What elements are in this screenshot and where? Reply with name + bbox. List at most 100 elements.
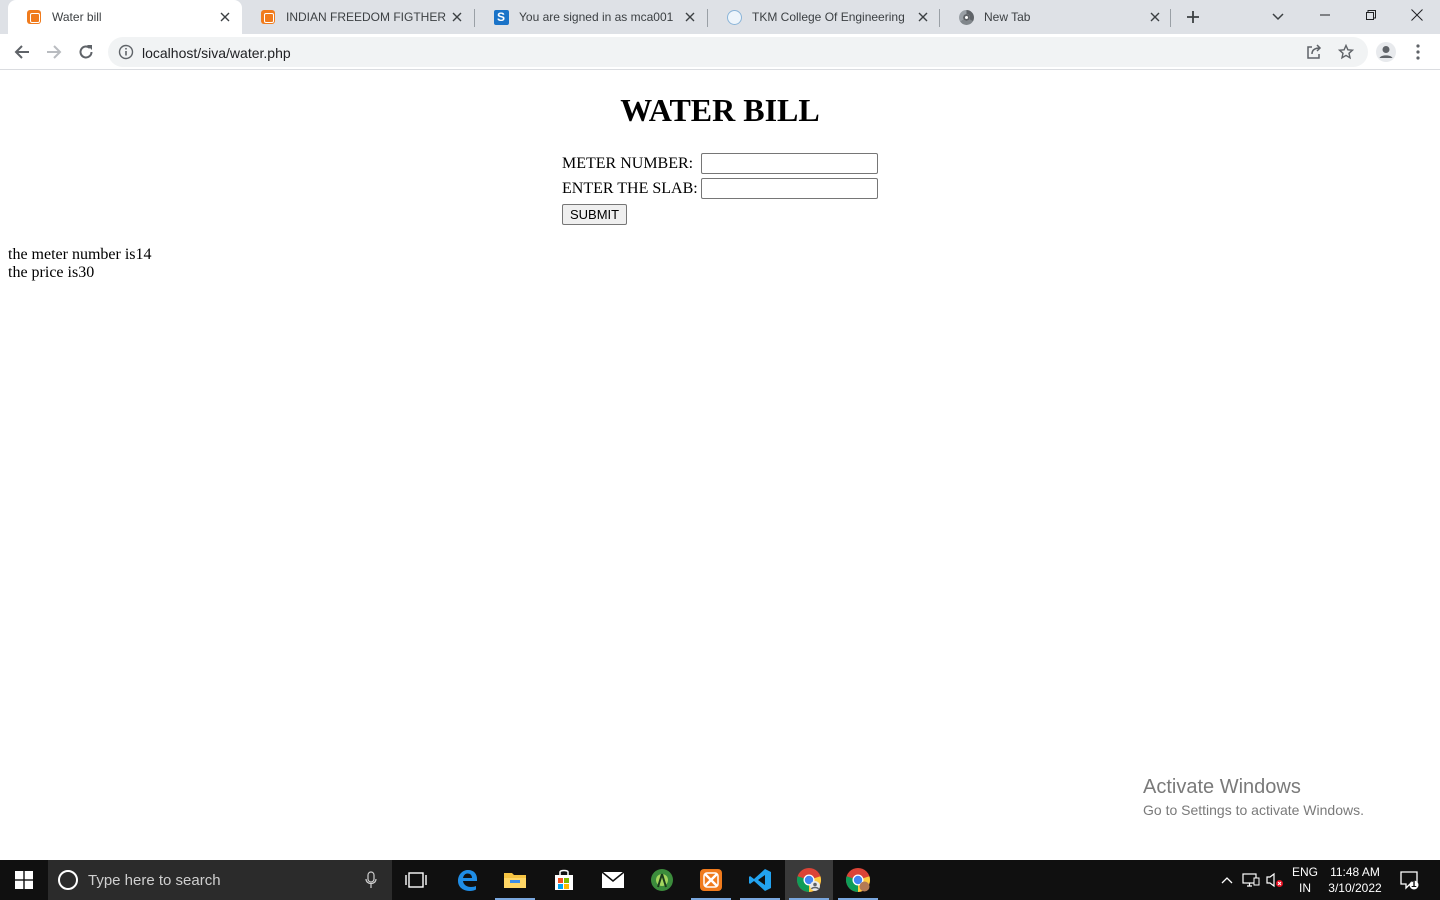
activation-watermark-title: Activate Windows [1143,776,1301,798]
url-text[interactable]: localhost/siva/water.php [142,45,291,61]
more-vertical-icon [1416,44,1420,60]
submit-button[interactable]: SUBMIT [562,204,628,225]
close-icon[interactable] [683,10,697,24]
college-logo-icon [726,9,742,25]
network-icon [1242,873,1260,887]
close-icon[interactable] [1148,10,1162,24]
arrow-left-icon [14,45,29,59]
close-icon[interactable] [916,10,930,24]
close-icon [1411,9,1423,21]
tab-search-button[interactable] [1265,4,1291,30]
tab-title: New Tab [984,10,1031,24]
vscode-icon [749,869,771,891]
chevron-up-icon [1221,877,1233,884]
edge-app[interactable] [443,860,491,900]
page-content: WATER BILL METER NUMBER: ENTER THE SLAB:… [0,71,1440,860]
tab-tkm-college[interactable]: TKM College Of Engineering [708,0,940,34]
taskbar-search-box[interactable]: Type here to search [48,860,392,900]
slab-input[interactable] [701,178,878,199]
volume-muted-icon [1266,872,1283,888]
action-center-button[interactable]: 1 [1392,860,1426,900]
store-bag-icon [555,869,573,890]
bookmark-star-icon[interactable] [1337,43,1355,61]
meter-number-row: METER NUMBER: [562,153,878,174]
close-icon[interactable] [450,10,464,24]
tab-signed-in[interactable]: S You are signed in as mca001 [475,0,707,34]
microsoft-store-app[interactable] [540,860,588,900]
tab-strip: Water bill INDIAN FREEDOM FIGTHER S You … [0,0,1440,34]
restore-button[interactable] [1348,0,1394,30]
slab-row: ENTER THE SLAB: [562,178,878,199]
language-code: ENG [1291,865,1318,879]
taskbar: Type here to search ENG IN 11:48 AM 3/10… [0,860,1440,900]
mail-app[interactable] [589,860,637,900]
tab-title: You are signed in as mca001 [519,10,674,24]
reload-button[interactable] [71,37,101,67]
restore-icon [1366,10,1376,20]
network-button[interactable] [1240,860,1262,900]
minimize-icon [1320,14,1330,16]
xampp-icon [260,9,276,25]
share-icon[interactable] [1305,43,1323,61]
android-studio-app[interactable] [638,860,686,900]
xampp-icon [700,869,722,891]
tab-water-bill[interactable]: Water bill [8,0,242,34]
clock-time: 11:48 AM [1330,865,1380,879]
vscode-app[interactable] [736,860,784,900]
chrome-app[interactable] [785,860,833,900]
windows-logo-icon [15,871,33,889]
xampp-app[interactable] [687,860,735,900]
plus-icon [1187,11,1199,23]
reload-icon [79,45,93,59]
notification-count: 1 [1411,879,1417,890]
tab-separator [1170,9,1171,27]
info-icon[interactable] [118,44,134,60]
address-bar[interactable]: localhost/siva/water.php [108,37,1368,67]
microphone-icon[interactable] [364,871,378,889]
page-title: WATER BILL [620,92,820,128]
profile-button[interactable] [1371,37,1401,67]
search-icon [58,870,78,890]
mail-envelope-icon [601,871,625,888]
tab-title: TKM College Of Engineering [752,10,905,24]
android-studio-icon [651,869,673,891]
minimize-button[interactable] [1302,0,1348,30]
tab-indian-freedom-figther[interactable]: INDIAN FREEDOM FIGTHER [242,0,474,34]
slab-label: ENTER THE SLAB: [562,180,698,197]
folder-icon [504,873,526,888]
xampp-icon [26,9,42,25]
language-indicator[interactable]: ENG IN [1288,860,1322,900]
tab-title: Water bill [52,10,102,24]
meter-number-result: the meter number is14 [8,246,152,263]
edge-icon [458,870,477,891]
chevron-down-icon [1272,13,1284,21]
chrome-icon [796,868,822,892]
meter-number-input[interactable] [701,153,878,174]
browser-toolbar: localhost/siva/water.php [0,34,1440,70]
price-result: the price is30 [8,264,95,281]
tab-new-tab[interactable]: New Tab [940,0,1172,34]
close-icon[interactable] [218,10,232,24]
chrome-icon [958,9,974,25]
avatar-icon [1376,42,1396,62]
arrow-right-icon [47,45,62,59]
back-button[interactable] [7,37,37,67]
chrome-profile-icon [845,868,871,892]
close-window-button[interactable] [1394,0,1440,30]
volume-button[interactable] [1264,860,1286,900]
s-site-icon: S [493,9,509,25]
task-view-icon [405,872,427,888]
menu-button[interactable] [1403,37,1433,67]
tab-title: INDIAN FREEDOM FIGTHER [286,10,447,24]
start-button[interactable] [0,860,48,900]
clock-date: 3/10/2022 [1328,881,1382,895]
chrome-profile-app[interactable] [834,860,882,900]
new-tab-button[interactable] [1180,4,1206,30]
activation-watermark-subtitle: Go to Settings to activate Windows. [1143,802,1364,818]
clock[interactable]: 11:48 AM 3/10/2022 [1324,860,1386,900]
file-explorer-app[interactable] [491,860,539,900]
show-hidden-icons-button[interactable] [1216,860,1238,900]
task-view-button[interactable] [392,860,440,900]
search-placeholder: Type here to search [88,872,221,889]
forward-button[interactable] [39,37,69,67]
